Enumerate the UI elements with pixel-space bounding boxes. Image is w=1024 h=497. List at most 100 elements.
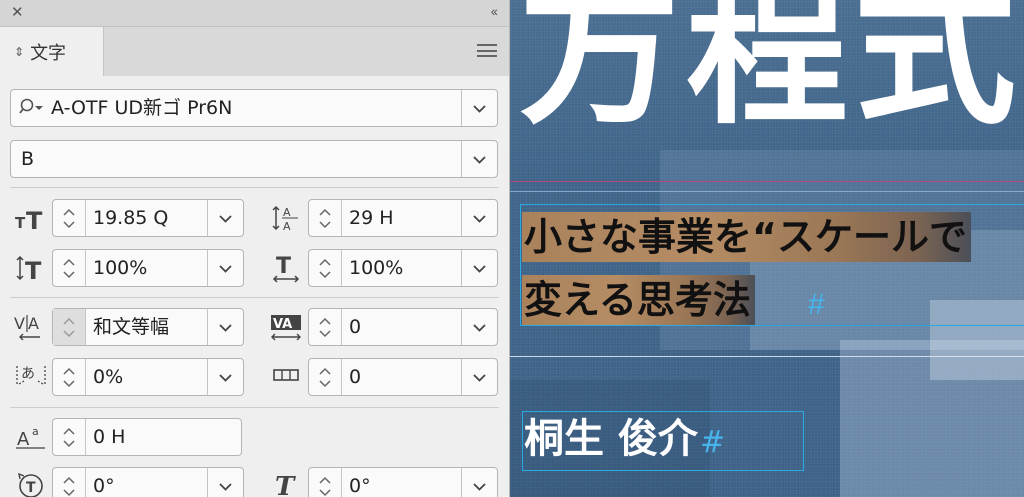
tsume-control: あ 0% — [10, 358, 244, 396]
search-icon[interactable] — [19, 98, 45, 123]
chevron-down-icon[interactable] — [461, 359, 497, 395]
tab-character[interactable]: ⇕ 文字 — [0, 27, 104, 76]
document-canvas[interactable]: 方程式 小さな事業を“スケールで 変える思考法 # 桐生 俊介# — [510, 0, 1024, 497]
aki-field[interactable]: 0 — [308, 358, 498, 396]
vertical-scale-field[interactable]: 100% — [52, 249, 244, 287]
stepper-icon[interactable] — [309, 200, 342, 236]
stepper-icon[interactable] — [53, 419, 86, 455]
story-end-mark: # — [808, 288, 825, 321]
margin-guide — [510, 181, 1024, 182]
baseline-shift-field[interactable]: 0 H — [52, 418, 242, 456]
subtitle-line-2-text: 変える思考法 — [524, 278, 751, 322]
close-icon[interactable]: ✕ — [11, 3, 24, 21]
baseline-shift-control: Aa 0 H — [10, 418, 244, 456]
chevron-down-icon[interactable] — [207, 200, 243, 236]
kerning-field[interactable]: 和文等幅 — [52, 308, 244, 346]
svg-text:a: a — [32, 425, 39, 438]
leading-value: 29 H — [349, 207, 394, 229]
aki-icon — [265, 358, 307, 396]
tracking-value: 0 — [349, 316, 362, 338]
stepper-icon[interactable] — [53, 200, 86, 236]
vertical-scale-control: T 100% — [10, 249, 244, 287]
chevron-down-icon[interactable] — [461, 309, 497, 345]
tsume-value: 0% — [93, 366, 124, 388]
svg-text:T: T — [25, 257, 42, 282]
baseline-shift-value: 0 H — [93, 426, 126, 448]
skew-field[interactable]: 0° — [308, 467, 498, 497]
rotation-control: T 0° — [10, 467, 244, 497]
svg-text:T: T — [275, 472, 296, 497]
panel-titlebar: ✕ ‹‹ — [0, 0, 509, 27]
chevron-down-icon[interactable] — [207, 359, 243, 395]
subtitle-line-2[interactable]: 変える思考法 — [522, 275, 755, 325]
chevron-down-icon[interactable] — [461, 250, 497, 286]
svg-text:あ: あ — [21, 366, 35, 382]
stepper-icon[interactable] — [309, 309, 342, 345]
updown-icon: ⇕ — [14, 44, 25, 59]
chevron-down-icon[interactable] — [461, 200, 497, 236]
aki-control: 0 — [265, 358, 498, 396]
font-size-field[interactable]: 19.85 Q — [52, 199, 244, 237]
svg-text:A: A — [17, 429, 30, 450]
tab-label: 文字 — [30, 42, 67, 64]
stepper-icon[interactable] — [309, 250, 342, 286]
svg-text:A: A — [28, 314, 39, 333]
author-name-text: 桐生 俊介 — [524, 416, 698, 462]
chevron-down-icon[interactable] — [207, 250, 243, 286]
subtitle-line-1[interactable]: 小さな事業を“スケールで — [522, 212, 971, 262]
author-name[interactable]: 桐生 俊介# — [524, 411, 725, 471]
chevron-down-icon[interactable] — [461, 141, 497, 177]
chevron-down-icon[interactable] — [461, 468, 497, 497]
stepper-icon[interactable] — [309, 359, 342, 395]
stepper-icon[interactable] — [309, 468, 342, 497]
vertical-scale-icon: T — [10, 249, 52, 287]
stepper-icon[interactable] — [53, 309, 86, 345]
svg-text:T: T — [26, 207, 43, 231]
horizontal-scale-control: T 100% — [265, 249, 498, 287]
font-style-dropdown[interactable]: B — [10, 140, 498, 178]
aki-value: 0 — [349, 366, 362, 388]
stepper-icon[interactable] — [53, 468, 86, 497]
skew-value: 0° — [349, 475, 371, 497]
chevron-down-icon[interactable] — [461, 90, 497, 126]
leading-icon: AA — [265, 199, 307, 237]
author-end-mark: # — [699, 425, 726, 460]
horizontal-scale-icon: T — [265, 249, 307, 287]
leading-control: AA 29 H — [265, 199, 498, 237]
kerning-control: VA 和文等幅 — [10, 308, 244, 346]
cover-title: 方程式 — [518, 0, 1022, 147]
horizontal-scale-value: 100% — [349, 257, 404, 279]
horizontal-scale-field[interactable]: 100% — [308, 249, 498, 287]
kerning-icon: VA — [10, 308, 52, 346]
rotation-field[interactable]: 0° — [52, 467, 244, 497]
font-size-control: TT 19.85 Q — [10, 199, 244, 237]
skew-control: T 0° — [265, 467, 498, 497]
font-size-value: 19.85 Q — [93, 207, 169, 229]
rotation-value: 0° — [93, 475, 115, 497]
stepper-icon[interactable] — [53, 250, 86, 286]
chevron-down-icon[interactable] — [207, 468, 243, 497]
font-family-value: A-OTF UD新ゴ Pr6N — [51, 97, 233, 119]
collapse-icon[interactable]: ‹‹ — [491, 3, 498, 19]
divider — [10, 187, 499, 188]
baseline-shift-icon: Aa — [10, 418, 52, 456]
character-panel: ✕ ‹‹ ⇕ 文字 A-OTF UD新ゴ Pr6N B TT 19.85 Q A… — [0, 0, 510, 497]
rule-line — [510, 356, 1024, 357]
tracking-field[interactable]: 0 — [308, 308, 498, 346]
skew-icon: T — [265, 467, 307, 497]
font-style-value: B — [21, 148, 35, 170]
tracking-control: VA 0 — [265, 308, 498, 346]
tsume-field[interactable]: 0% — [52, 358, 244, 396]
svg-text:A: A — [283, 206, 291, 219]
tsume-icon: あ — [10, 358, 52, 396]
svg-text:T: T — [26, 480, 36, 496]
font-family-dropdown[interactable]: A-OTF UD新ゴ Pr6N — [10, 89, 498, 127]
vertical-scale-value: 100% — [93, 257, 148, 279]
svg-text:T: T — [276, 254, 291, 279]
leading-field[interactable]: 29 H — [308, 199, 498, 237]
stepper-icon[interactable] — [53, 359, 86, 395]
tracking-icon: VA — [265, 308, 307, 346]
chevron-down-icon[interactable] — [207, 309, 243, 345]
panel-menu-icon[interactable] — [477, 44, 497, 57]
frame-edge-guide — [510, 191, 1024, 192]
